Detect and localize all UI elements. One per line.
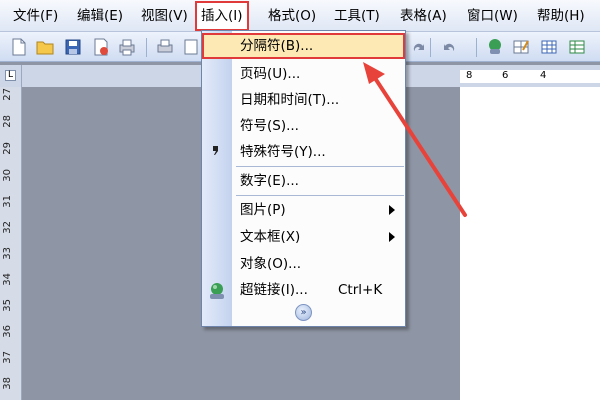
tab-stop-selector[interactable]: L: [5, 70, 16, 81]
menu-item-label: 分隔符(B)...: [240, 38, 314, 54]
insert-spreadsheet-icon[interactable]: [568, 38, 586, 56]
menu-help[interactable]: 帮助(H): [537, 0, 585, 32]
undo-icon[interactable]: [440, 38, 458, 56]
ruler-label: 4: [540, 70, 547, 81]
permission-icon[interactable]: [92, 38, 110, 56]
redo-icon[interactable]: [410, 38, 428, 56]
preview-icon[interactable]: [182, 38, 200, 56]
expand-menu-button[interactable]: »: [295, 304, 312, 321]
submenu-arrow-icon: [389, 232, 395, 242]
menu-item-label: 数字(E)...: [240, 173, 299, 189]
ruler-number: 33: [2, 247, 13, 260]
toolbar-separator: [430, 38, 431, 57]
menu-item-label: 特殊符号(Y)...: [240, 144, 326, 160]
toolbar-separator: [146, 38, 147, 57]
open-folder-icon[interactable]: [36, 38, 54, 56]
ruler-number: 35: [2, 299, 13, 312]
tables-borders-icon[interactable]: [512, 38, 530, 56]
menu-bar: 文件(F) 编辑(E) 视图(V) 插入(I) 格式(O) 工具(T) 表格(A…: [0, 0, 600, 32]
ruler-number: 36: [2, 325, 13, 338]
menu-tools[interactable]: 工具(T): [334, 0, 380, 32]
ruler-number: 34: [2, 273, 13, 286]
save-icon[interactable]: [64, 38, 82, 56]
toolbar-separator: [476, 38, 477, 57]
menu-item-hyperlink[interactable]: 超链接(I)... Ctrl+K: [202, 277, 405, 303]
menu-item-break[interactable]: 分隔符(B)...: [202, 33, 405, 59]
hyperlink-icon[interactable]: [486, 38, 504, 56]
insert-table-icon[interactable]: [540, 38, 558, 56]
menu-view[interactable]: 视图(V): [141, 0, 188, 32]
menu-window[interactable]: 窗口(W): [467, 0, 518, 32]
ruler-number: 29: [2, 142, 13, 155]
annotation-arrow: [363, 62, 467, 217]
menu-item-object[interactable]: 对象(O)...: [202, 251, 405, 277]
hyperlink-icon: [210, 283, 224, 299]
menu-item-label: 超链接(I)...: [240, 282, 308, 298]
menu-edit[interactable]: 编辑(E): [77, 0, 123, 32]
ruler-number: 27: [2, 88, 13, 101]
menu-item-shortcut: Ctrl+K: [338, 282, 383, 298]
ruler-number: 38: [2, 377, 13, 390]
menu-table[interactable]: 表格(A): [400, 0, 447, 32]
menu-insert[interactable]: 插入(I): [195, 1, 249, 31]
ruler-corner[interactable]: L: [0, 65, 22, 87]
new-document-icon[interactable]: [10, 38, 28, 56]
ruler-number: 30: [2, 169, 13, 182]
vertical-ruler[interactable]: 27 28 29 30 31 32 33 34 35 36 37 38: [0, 87, 22, 400]
menu-item-label: 文本框(X): [240, 229, 301, 245]
print-preview-icon[interactable]: [156, 38, 174, 56]
ruler-label: 6: [502, 70, 509, 81]
ruler-number: 32: [2, 221, 13, 234]
ruler-number: 31: [2, 195, 13, 208]
document-page[interactable]: [460, 87, 600, 400]
menu-item-text-box[interactable]: 文本框(X): [202, 224, 405, 250]
menu-item-label: 符号(S)...: [240, 118, 299, 134]
ruler-text-area: [460, 70, 600, 83]
menu-file[interactable]: 文件(F): [13, 0, 58, 32]
menu-item-label: 日期和时间(T)...: [240, 92, 340, 108]
menu-item-label: 页码(U)...: [240, 66, 301, 82]
ruler-number: 37: [2, 351, 13, 364]
menu-item-label: 对象(O)...: [240, 256, 302, 272]
menu-item-label: 图片(P): [240, 202, 286, 218]
special-symbol-icon: [213, 146, 218, 155]
menu-format[interactable]: 格式(O): [268, 0, 316, 32]
print-icon[interactable]: [118, 38, 136, 56]
ruler-number: 28: [2, 115, 13, 128]
